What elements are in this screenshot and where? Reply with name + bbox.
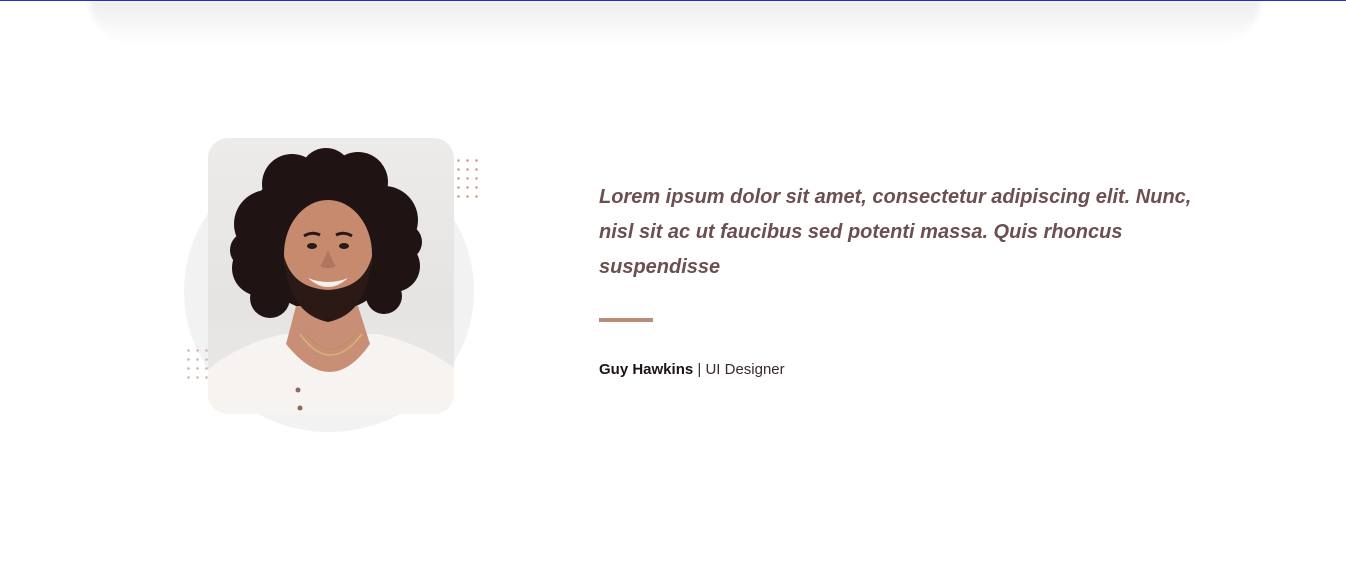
portrait-icon [208,148,454,414]
page: Lorem ipsum dolor sit amet, consectetur … [0,0,1346,562]
author-photo [208,138,454,414]
testimonial-quote: Lorem ipsum dolor sit amet, consectetur … [599,186,1192,278]
author-name: Guy Hawkins [599,361,694,378]
testimonial-media [180,130,490,440]
header-shadow [90,0,1260,44]
author-role: UI Designer [705,361,785,378]
author-separator: | [693,361,706,378]
author-line: Guy Hawkins | UI Designer [599,360,785,380]
quote-divider [599,318,653,322]
